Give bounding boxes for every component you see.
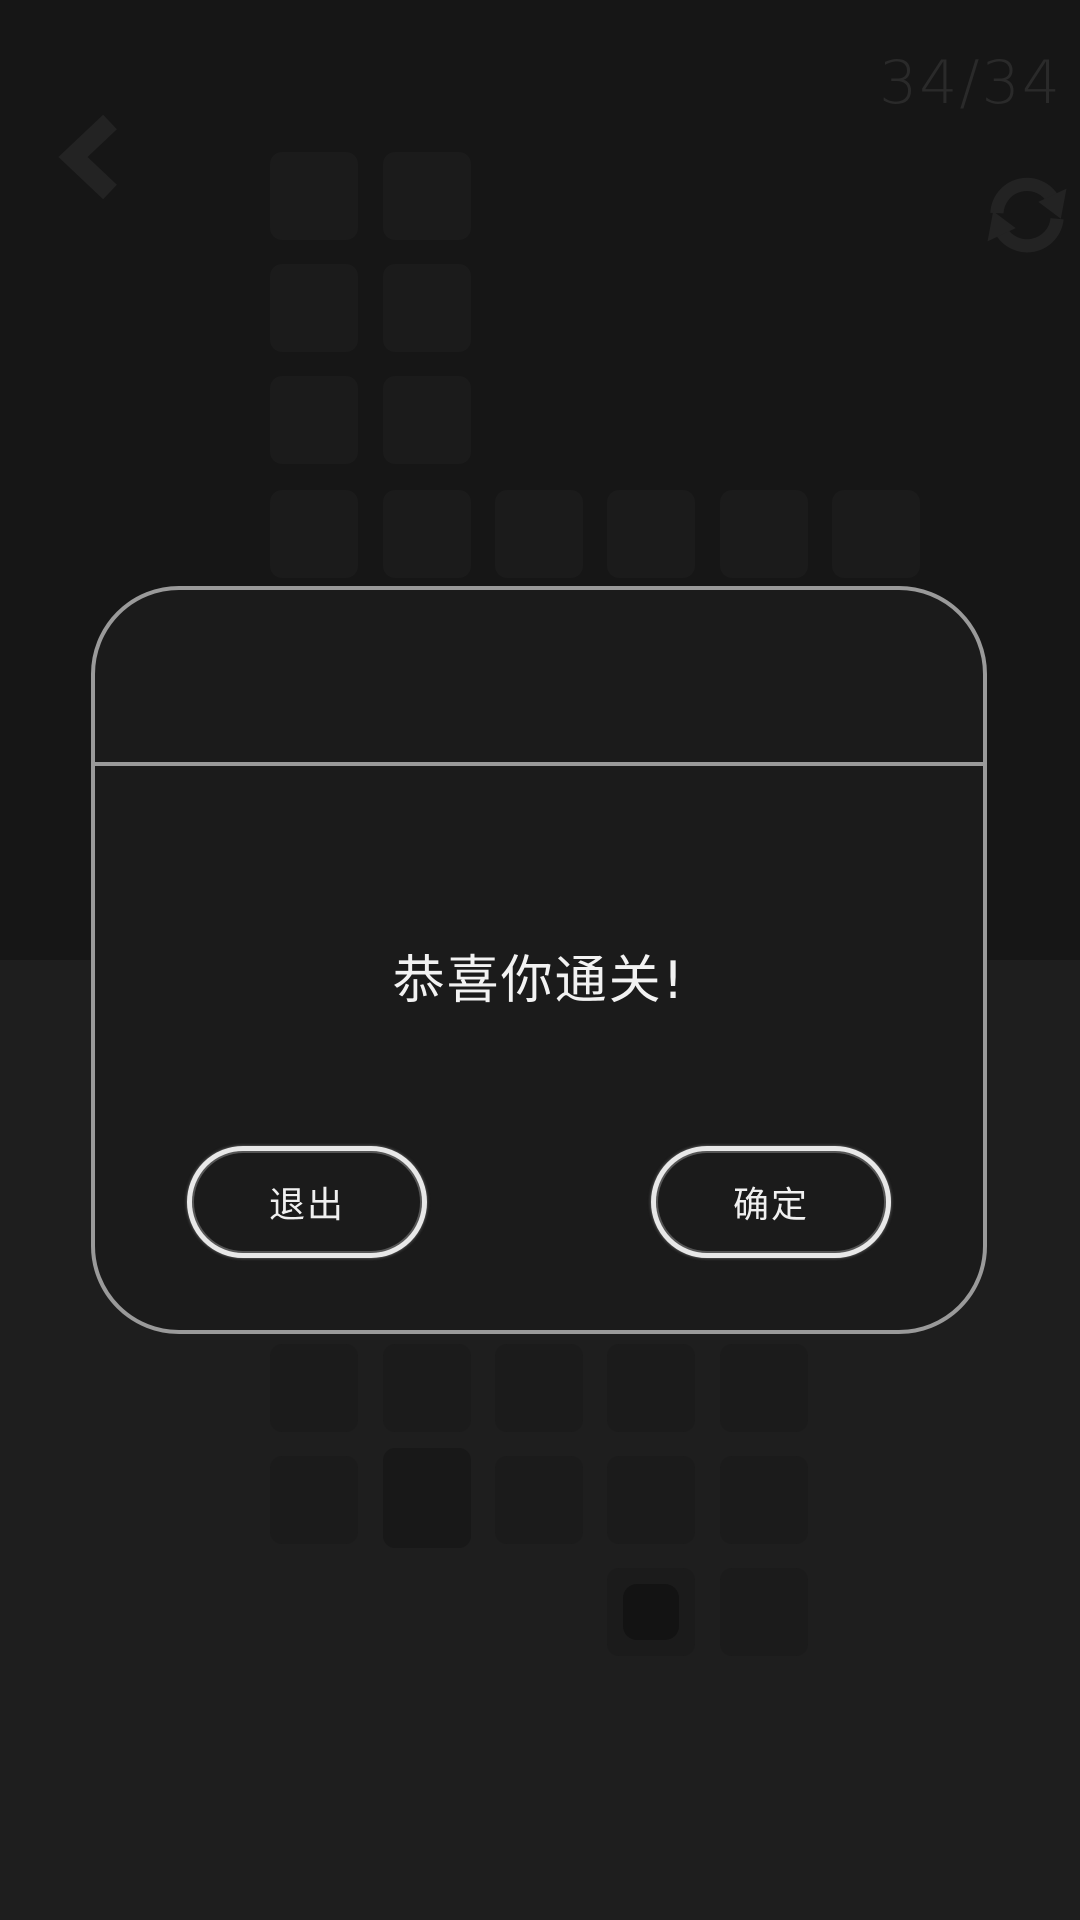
tile[interactable] (720, 1344, 808, 1432)
tile[interactable] (270, 1344, 358, 1432)
completion-dialog: 恭喜你通关! 退出 确定 (91, 586, 987, 1334)
tile[interactable] (270, 264, 358, 352)
tile[interactable] (270, 152, 358, 240)
chevron-left-icon[interactable] (55, 112, 135, 202)
tile[interactable] (607, 490, 695, 578)
tile[interactable] (720, 1456, 808, 1544)
tile[interactable] (720, 1568, 808, 1656)
tile[interactable] (495, 1456, 583, 1544)
tile[interactable] (383, 152, 471, 240)
tile[interactable] (832, 490, 920, 578)
game-screen: 34/34 恭喜你通关! 退出 确定 (0, 0, 1080, 1920)
tile[interactable] (383, 1344, 471, 1432)
tile[interactable] (383, 264, 471, 352)
tile[interactable] (383, 490, 471, 578)
dialog-message: 恭喜你通关! (392, 951, 686, 1011)
tile[interactable] (383, 376, 471, 464)
dialog-divider (95, 762, 983, 766)
goal-marker (623, 1584, 679, 1640)
tile[interactable] (270, 490, 358, 578)
tile[interactable] (270, 1456, 358, 1544)
exit-button[interactable]: 退出 (187, 1146, 427, 1258)
tile[interactable] (495, 490, 583, 578)
tile-goal[interactable] (607, 1568, 695, 1656)
tile[interactable] (720, 490, 808, 578)
tile[interactable] (270, 376, 358, 464)
refresh-icon[interactable] (980, 168, 1074, 262)
tile-active[interactable] (383, 1448, 471, 1548)
tile[interactable] (607, 1456, 695, 1544)
level-counter: 34/34 (879, 48, 1062, 118)
tile[interactable] (495, 1344, 583, 1432)
confirm-button[interactable]: 确定 (651, 1146, 891, 1258)
tile[interactable] (607, 1344, 695, 1432)
